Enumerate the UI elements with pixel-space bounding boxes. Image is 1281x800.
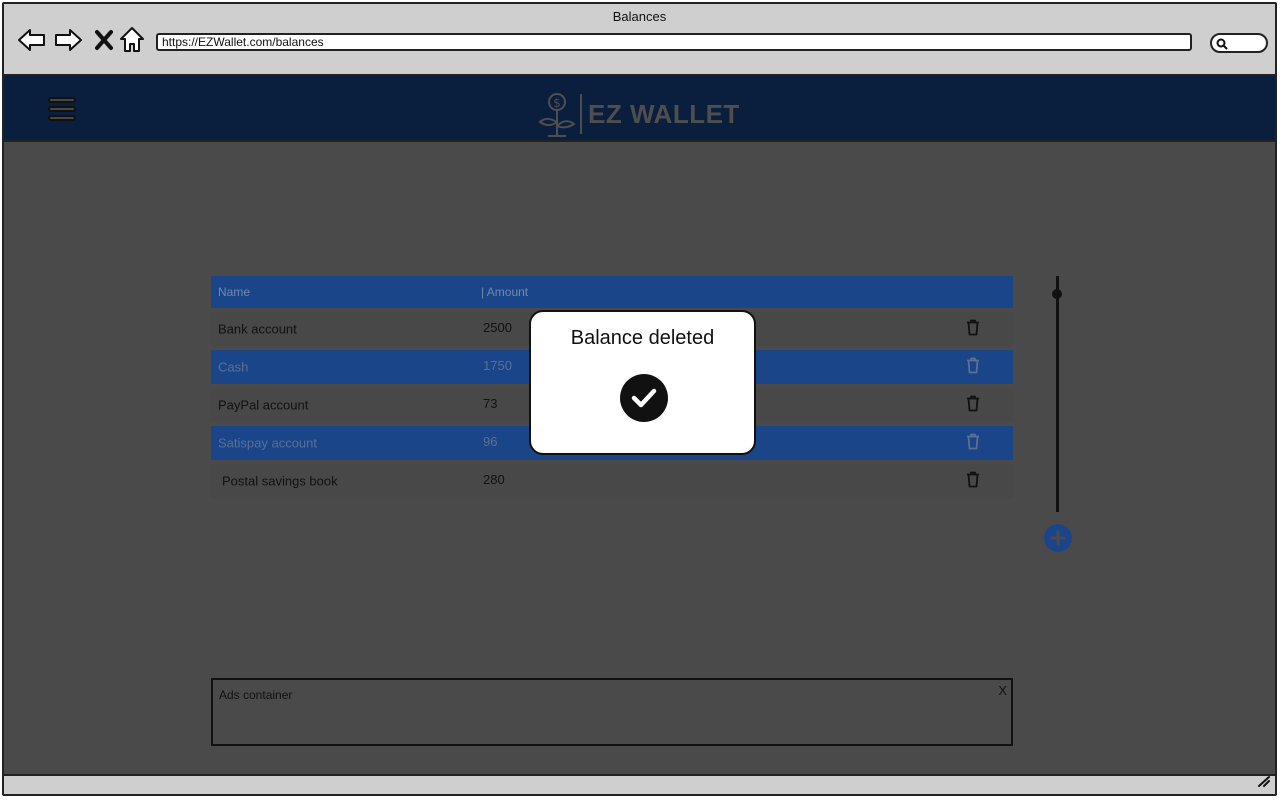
balance-amount: 1750	[483, 358, 512, 373]
back-button[interactable]	[16, 24, 48, 56]
confirmation-dialog: Balance deleted	[529, 310, 756, 455]
trash-icon	[967, 357, 979, 374]
money-plant-icon: $	[538, 93, 576, 137]
scrollbar-track[interactable]	[1056, 276, 1059, 512]
menu-bar	[48, 106, 76, 112]
ads-container: Ads container X	[211, 678, 1013, 746]
app-header: $ EZ WALLET	[4, 74, 1275, 142]
trash-icon	[967, 319, 979, 336]
logo-divider	[580, 94, 582, 134]
column-header-name: Name	[218, 285, 251, 299]
menu-bar	[48, 115, 76, 121]
delete-button[interactable]	[965, 319, 981, 340]
ads-close-button[interactable]: X	[998, 683, 1007, 698]
browser-chrome: Balances https://EZWallet.com/balances	[4, 4, 1275, 74]
delete-button[interactable]	[965, 357, 981, 378]
delete-button[interactable]	[965, 471, 981, 492]
back-arrow-icon	[18, 29, 45, 51]
forward-button[interactable]	[52, 24, 84, 56]
window-title: Balances	[612, 9, 667, 24]
trash-icon	[967, 471, 979, 488]
svg-text:$: $	[553, 96, 561, 110]
search-icon	[1216, 38, 1228, 50]
table-row: Postal savings book 280	[211, 464, 1013, 498]
delete-button[interactable]	[965, 395, 981, 416]
resize-grip-icon[interactable]	[1255, 774, 1271, 792]
balance-amount: 73	[483, 396, 498, 411]
trash-icon	[967, 395, 979, 412]
home-button[interactable]	[116, 24, 148, 56]
brand-name: EZ WALLET	[588, 98, 740, 129]
delete-button[interactable]	[965, 433, 981, 454]
browser-search-field[interactable]	[1210, 33, 1268, 53]
balance-amount: 96	[483, 434, 498, 449]
balance-name: Bank account	[218, 321, 297, 337]
balance-name: Cash	[218, 359, 249, 375]
balance-amount: 280	[483, 472, 505, 487]
forward-arrow-icon	[55, 29, 82, 51]
add-balance-button[interactable]	[1044, 524, 1072, 552]
balance-name: Postal savings book	[222, 473, 338, 489]
main-content-overlay: Name | Amount Bank account 2500 Cash 175…	[4, 142, 1275, 774]
menu-bar	[48, 97, 76, 103]
table-header: Name | Amount	[211, 276, 1013, 308]
scrollbar-thumb[interactable]	[1052, 289, 1062, 299]
status-bar	[4, 774, 1275, 794]
balance-name: Satispay account	[218, 435, 318, 451]
trash-icon	[967, 433, 979, 450]
browser-window: Balances https://EZWallet.com/balances $	[2, 2, 1277, 796]
ads-label: Ads container	[219, 688, 293, 702]
balance-name: PayPal account	[218, 397, 309, 413]
close-x-icon	[95, 30, 113, 50]
url-bar[interactable]: https://EZWallet.com/balances	[156, 33, 1192, 51]
app-logo: $ EZ WALLET	[536, 90, 740, 138]
column-header-amount: | Amount	[481, 285, 529, 299]
hamburger-menu-button[interactable]	[48, 97, 76, 127]
balance-amount: 2500	[483, 320, 512, 335]
plus-icon	[1050, 530, 1066, 546]
home-icon	[120, 27, 144, 52]
check-circle-icon	[620, 374, 668, 422]
dialog-title: Balance deleted	[570, 327, 715, 349]
